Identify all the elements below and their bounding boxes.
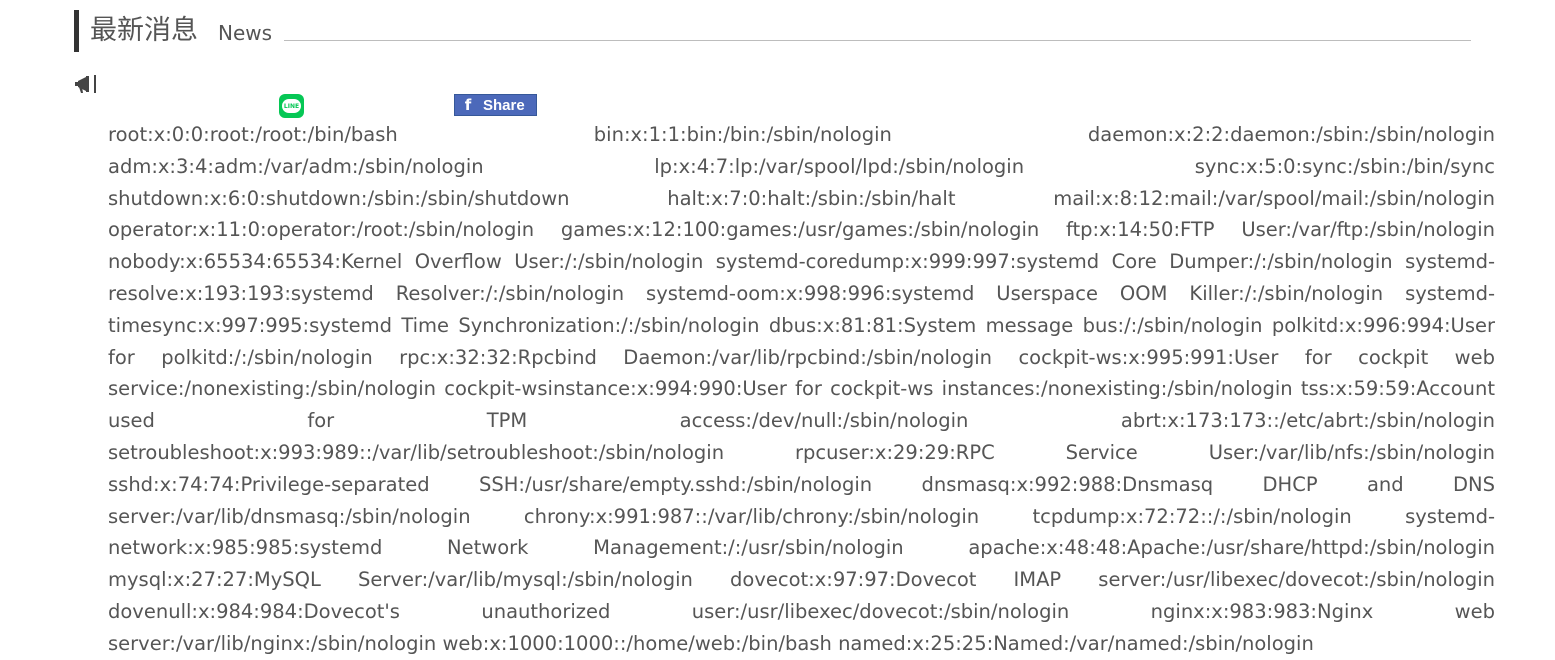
- line-share-icon: LINE: [282, 99, 301, 113]
- header-accent-bar: [74, 10, 79, 52]
- section-subtitle: News: [218, 21, 273, 45]
- facebook-share-button[interactable]: f Share: [454, 94, 537, 116]
- section-header: 最新消息 News: [74, 10, 1471, 52]
- megaphone-icon: [72, 74, 98, 94]
- line-share-button[interactable]: LINE: [279, 94, 304, 118]
- facebook-icon: f: [464, 96, 472, 114]
- section-title: 最新消息: [90, 15, 198, 46]
- header-divider: [284, 40, 1471, 41]
- news-body: root:x:0:0:root:/root:/bin/bash bin:x:1:…: [108, 123, 1495, 655]
- facebook-share-label: Share: [483, 96, 525, 114]
